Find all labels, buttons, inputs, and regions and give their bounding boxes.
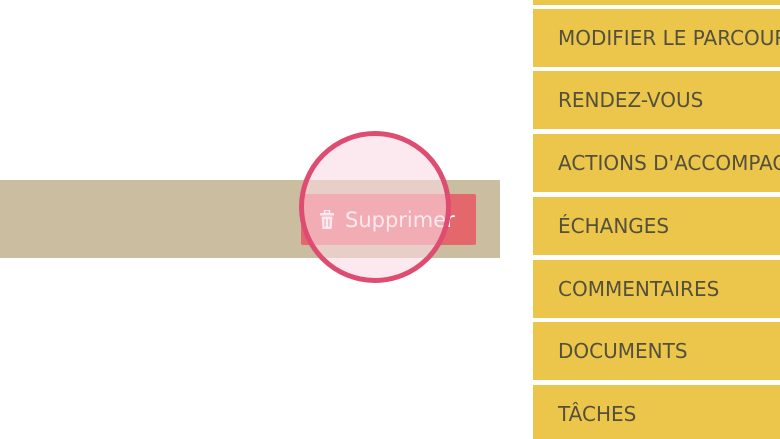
menu-item-top-stub: [533, 0, 780, 5]
side-menu: MODIFIER LE PARCOURS RENDEZ-VOUS ACTIONS…: [533, 0, 780, 439]
menu-item-modify-path[interactable]: MODIFIER LE PARCOURS: [533, 9, 780, 67]
menu-item-label: TÂCHES: [558, 402, 637, 426]
delete-button-label: Supprimer: [345, 207, 455, 232]
menu-item-label: COMMENTAIRES: [558, 277, 720, 301]
menu-item-exchanges[interactable]: ÉCHANGES: [533, 197, 780, 255]
menu-item-label: ACTIONS D'ACCOMPAGNEMENT: [558, 151, 780, 175]
page: Supprimer MODIFIER LE PARCOURS RENDEZ-VO…: [0, 0, 780, 439]
menu-item-label: DOCUMENTS: [558, 339, 688, 363]
trash-icon: [319, 209, 335, 230]
menu-item-label: MODIFIER LE PARCOURS: [558, 26, 780, 50]
menu-item-label: RENDEZ-VOUS: [558, 88, 704, 112]
menu-item-documents[interactable]: DOCUMENTS: [533, 322, 780, 380]
menu-item-appointments[interactable]: RENDEZ-VOUS: [533, 71, 780, 129]
menu-item-tasks[interactable]: TÂCHES: [533, 385, 780, 439]
menu-item-comments[interactable]: COMMENTAIRES: [533, 260, 780, 318]
delete-button[interactable]: Supprimer: [301, 194, 476, 245]
menu-item-label: ÉCHANGES: [558, 214, 670, 238]
menu-item-support-actions[interactable]: ACTIONS D'ACCOMPAGNEMENT: [533, 134, 780, 192]
